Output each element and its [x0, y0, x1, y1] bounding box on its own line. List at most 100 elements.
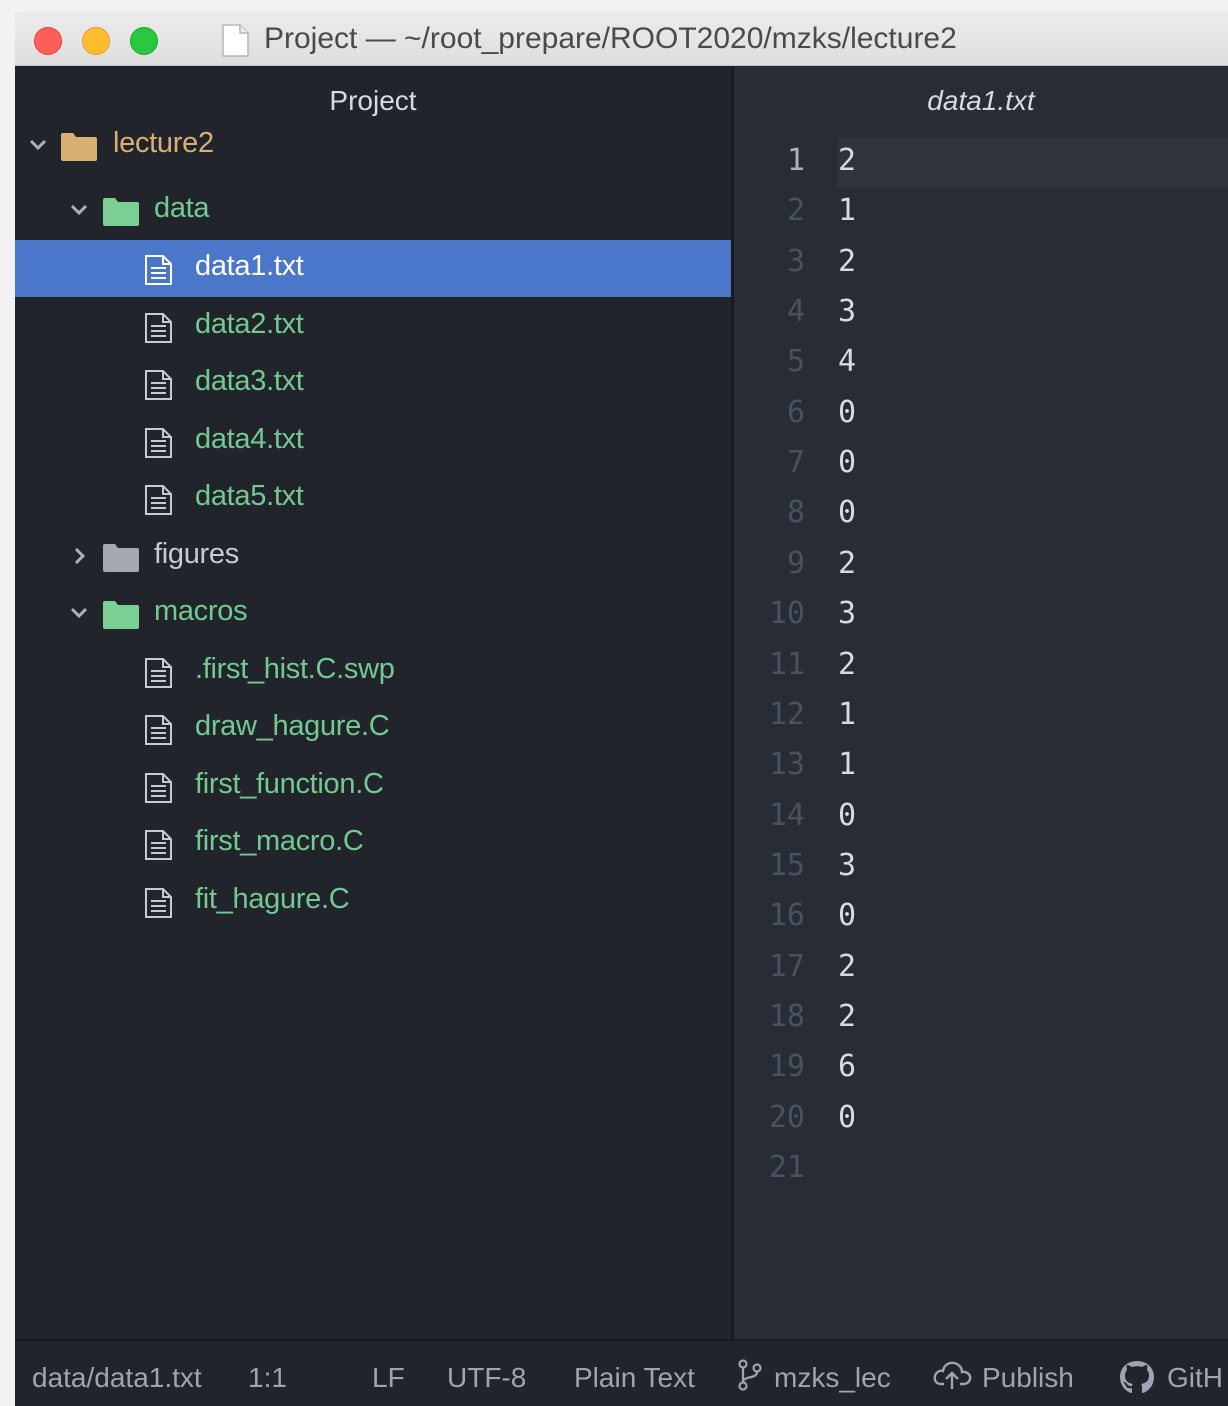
line-number: 14 — [768, 798, 805, 833]
tree-file-fit-hagure-c[interactable]: fit_hagure.C — [15, 873, 731, 930]
tree-file-data1-txt[interactable]: data1.txt — [15, 240, 731, 297]
code-line[interactable]: 0 — [838, 445, 856, 480]
line-number: 10 — [768, 596, 805, 631]
tree-item-label: fit_hagure.C — [195, 883, 350, 915]
chevron-right-icon[interactable] — [68, 545, 90, 567]
status-grammar[interactable]: Plain Text — [574, 1362, 695, 1394]
folder-icon — [103, 544, 139, 572]
text-editor[interactable]: data1.txt 1 2 3 4 5 6 7 8 9 10 11 12 13 14 15 16 17 18 19 2… — [734, 67, 1228, 1339]
line-number: 19 — [768, 1049, 805, 1084]
cursor-line-highlight — [838, 138, 1228, 188]
tree-folder-data[interactable]: data — [15, 182, 731, 239]
tree-file-data5-txt[interactable]: data5.txt — [15, 470, 731, 527]
line-number: 17 — [768, 949, 805, 984]
line-number: 9 — [786, 546, 805, 581]
line-number: 18 — [768, 999, 805, 1034]
tree-file-first-hist-c-swp[interactable]: .first_hist.C.swp — [15, 643, 731, 700]
line-number: 12 — [768, 697, 805, 732]
tree-item-label: macros — [154, 595, 248, 627]
folder-icon — [103, 198, 139, 226]
code-line[interactable]: 0 — [838, 798, 856, 833]
tree-item-label: first_function.C — [195, 768, 384, 800]
code-line[interactable]: 2 — [838, 647, 856, 682]
tree-item-label: data3.txt — [195, 365, 304, 397]
status-bar: data/data1.txt 1:1 LF UTF-8 Plain Text m… — [15, 1339, 1228, 1406]
code-line[interactable]: 0 — [838, 495, 856, 530]
status-file-path[interactable]: data/data1.txt — [32, 1362, 202, 1394]
tab-data1-txt[interactable]: data1.txt — [734, 85, 1228, 117]
code-line[interactable]: 6 — [838, 1049, 856, 1084]
status-cursor-position[interactable]: 1:1 — [248, 1362, 287, 1394]
code-line[interactable]: 1 — [838, 747, 856, 782]
file-text-icon — [145, 773, 172, 803]
tree-item-label: data2.txt — [195, 308, 304, 340]
code-line[interactable]: 0 — [838, 395, 856, 430]
tree-folder-figures[interactable]: figures — [15, 528, 731, 585]
tree-folder-macros[interactable]: macros — [15, 585, 731, 642]
zoom-window-button[interactable] — [130, 27, 158, 55]
file-text-icon — [145, 830, 172, 860]
code-line[interactable]: 0 — [838, 1100, 856, 1135]
file-text-icon — [145, 715, 172, 745]
folder-icon — [103, 601, 139, 629]
title-bar: Project — ~/root_prepare/ROOT2020/mzks/l… — [15, 12, 1228, 66]
cloud-upload-icon — [933, 1361, 972, 1389]
status-encoding[interactable]: UTF-8 — [447, 1362, 526, 1394]
chevron-down-icon[interactable] — [27, 134, 49, 156]
line-number: 20 — [768, 1100, 805, 1135]
file-text-icon — [145, 255, 172, 285]
file-text-icon — [145, 313, 172, 343]
code-line[interactable]: 0 — [838, 898, 856, 933]
tree-file-first-macro-c[interactable]: first_macro.C — [15, 815, 731, 872]
line-number: 16 — [768, 898, 805, 933]
code-line[interactable]: 2 — [838, 999, 856, 1034]
tree-folder-lecture2[interactable]: lecture2 — [15, 117, 731, 174]
code-line[interactable]: 1 — [838, 193, 856, 228]
tree-item-label: data5.txt — [195, 480, 304, 512]
tree-item-label: lecture2 — [113, 127, 214, 159]
tree-item-label: data1.txt — [195, 250, 304, 282]
tree-file-first-function-c[interactable]: first_function.C — [15, 758, 731, 815]
minimize-window-button[interactable] — [82, 27, 110, 55]
panel-title[interactable]: Project — [15, 85, 731, 117]
tree-file-data3-txt[interactable]: data3.txt — [15, 355, 731, 412]
tree-item-label: data4.txt — [195, 423, 304, 455]
publish-button[interactable]: Publish — [982, 1362, 1074, 1394]
line-number: 4 — [786, 294, 805, 329]
code-line[interactable]: 2 — [838, 244, 856, 279]
github-icon — [1120, 1361, 1154, 1393]
tree-file-data2-txt[interactable]: data2.txt — [15, 298, 731, 355]
chevron-down-icon[interactable] — [68, 199, 90, 221]
code-line[interactable]: 4 — [838, 344, 856, 379]
line-number: 15 — [768, 848, 805, 883]
file-text-icon — [145, 485, 172, 515]
window-title: Project — ~/root_prepare/ROOT2020/mzks/l… — [264, 22, 957, 55]
code-line[interactable]: 3 — [838, 294, 856, 329]
file-text-icon — [145, 370, 172, 400]
code-line[interactable]: 2 — [838, 143, 856, 178]
line-number: 21 — [768, 1150, 805, 1185]
git-branch-icon — [738, 1359, 762, 1391]
tree-file-draw-hagure-c[interactable]: draw_hagure.C — [15, 700, 731, 757]
code-line[interactable]: 3 — [838, 848, 856, 883]
code-line[interactable]: 1 — [838, 697, 856, 732]
line-number: 1 — [786, 143, 805, 178]
status-line-ending[interactable]: LF — [372, 1362, 405, 1394]
code-line[interactable]: 2 — [838, 546, 856, 581]
tree-item-label: .first_hist.C.swp — [195, 653, 395, 685]
tree-item-label: draw_hagure.C — [195, 710, 390, 742]
github-button[interactable]: GitH — [1167, 1362, 1223, 1394]
file-text-icon — [145, 658, 172, 688]
chevron-down-icon[interactable] — [68, 602, 90, 624]
tree-file-data4-txt[interactable]: data4.txt — [15, 413, 731, 470]
tree-item-label: first_macro.C — [195, 825, 364, 857]
close-window-button[interactable] — [34, 27, 62, 55]
folder-icon — [61, 133, 97, 161]
line-number: 8 — [786, 495, 805, 530]
status-branch[interactable]: mzks_lec — [774, 1362, 891, 1394]
project-tree-panel: Project lecture2 data data1.txt data2.txt da… — [15, 67, 731, 1339]
code-line[interactable]: 2 — [838, 949, 856, 984]
code-line[interactable]: 3 — [838, 596, 856, 631]
tree-item-label: data — [154, 192, 210, 224]
file-text-icon — [145, 428, 172, 458]
